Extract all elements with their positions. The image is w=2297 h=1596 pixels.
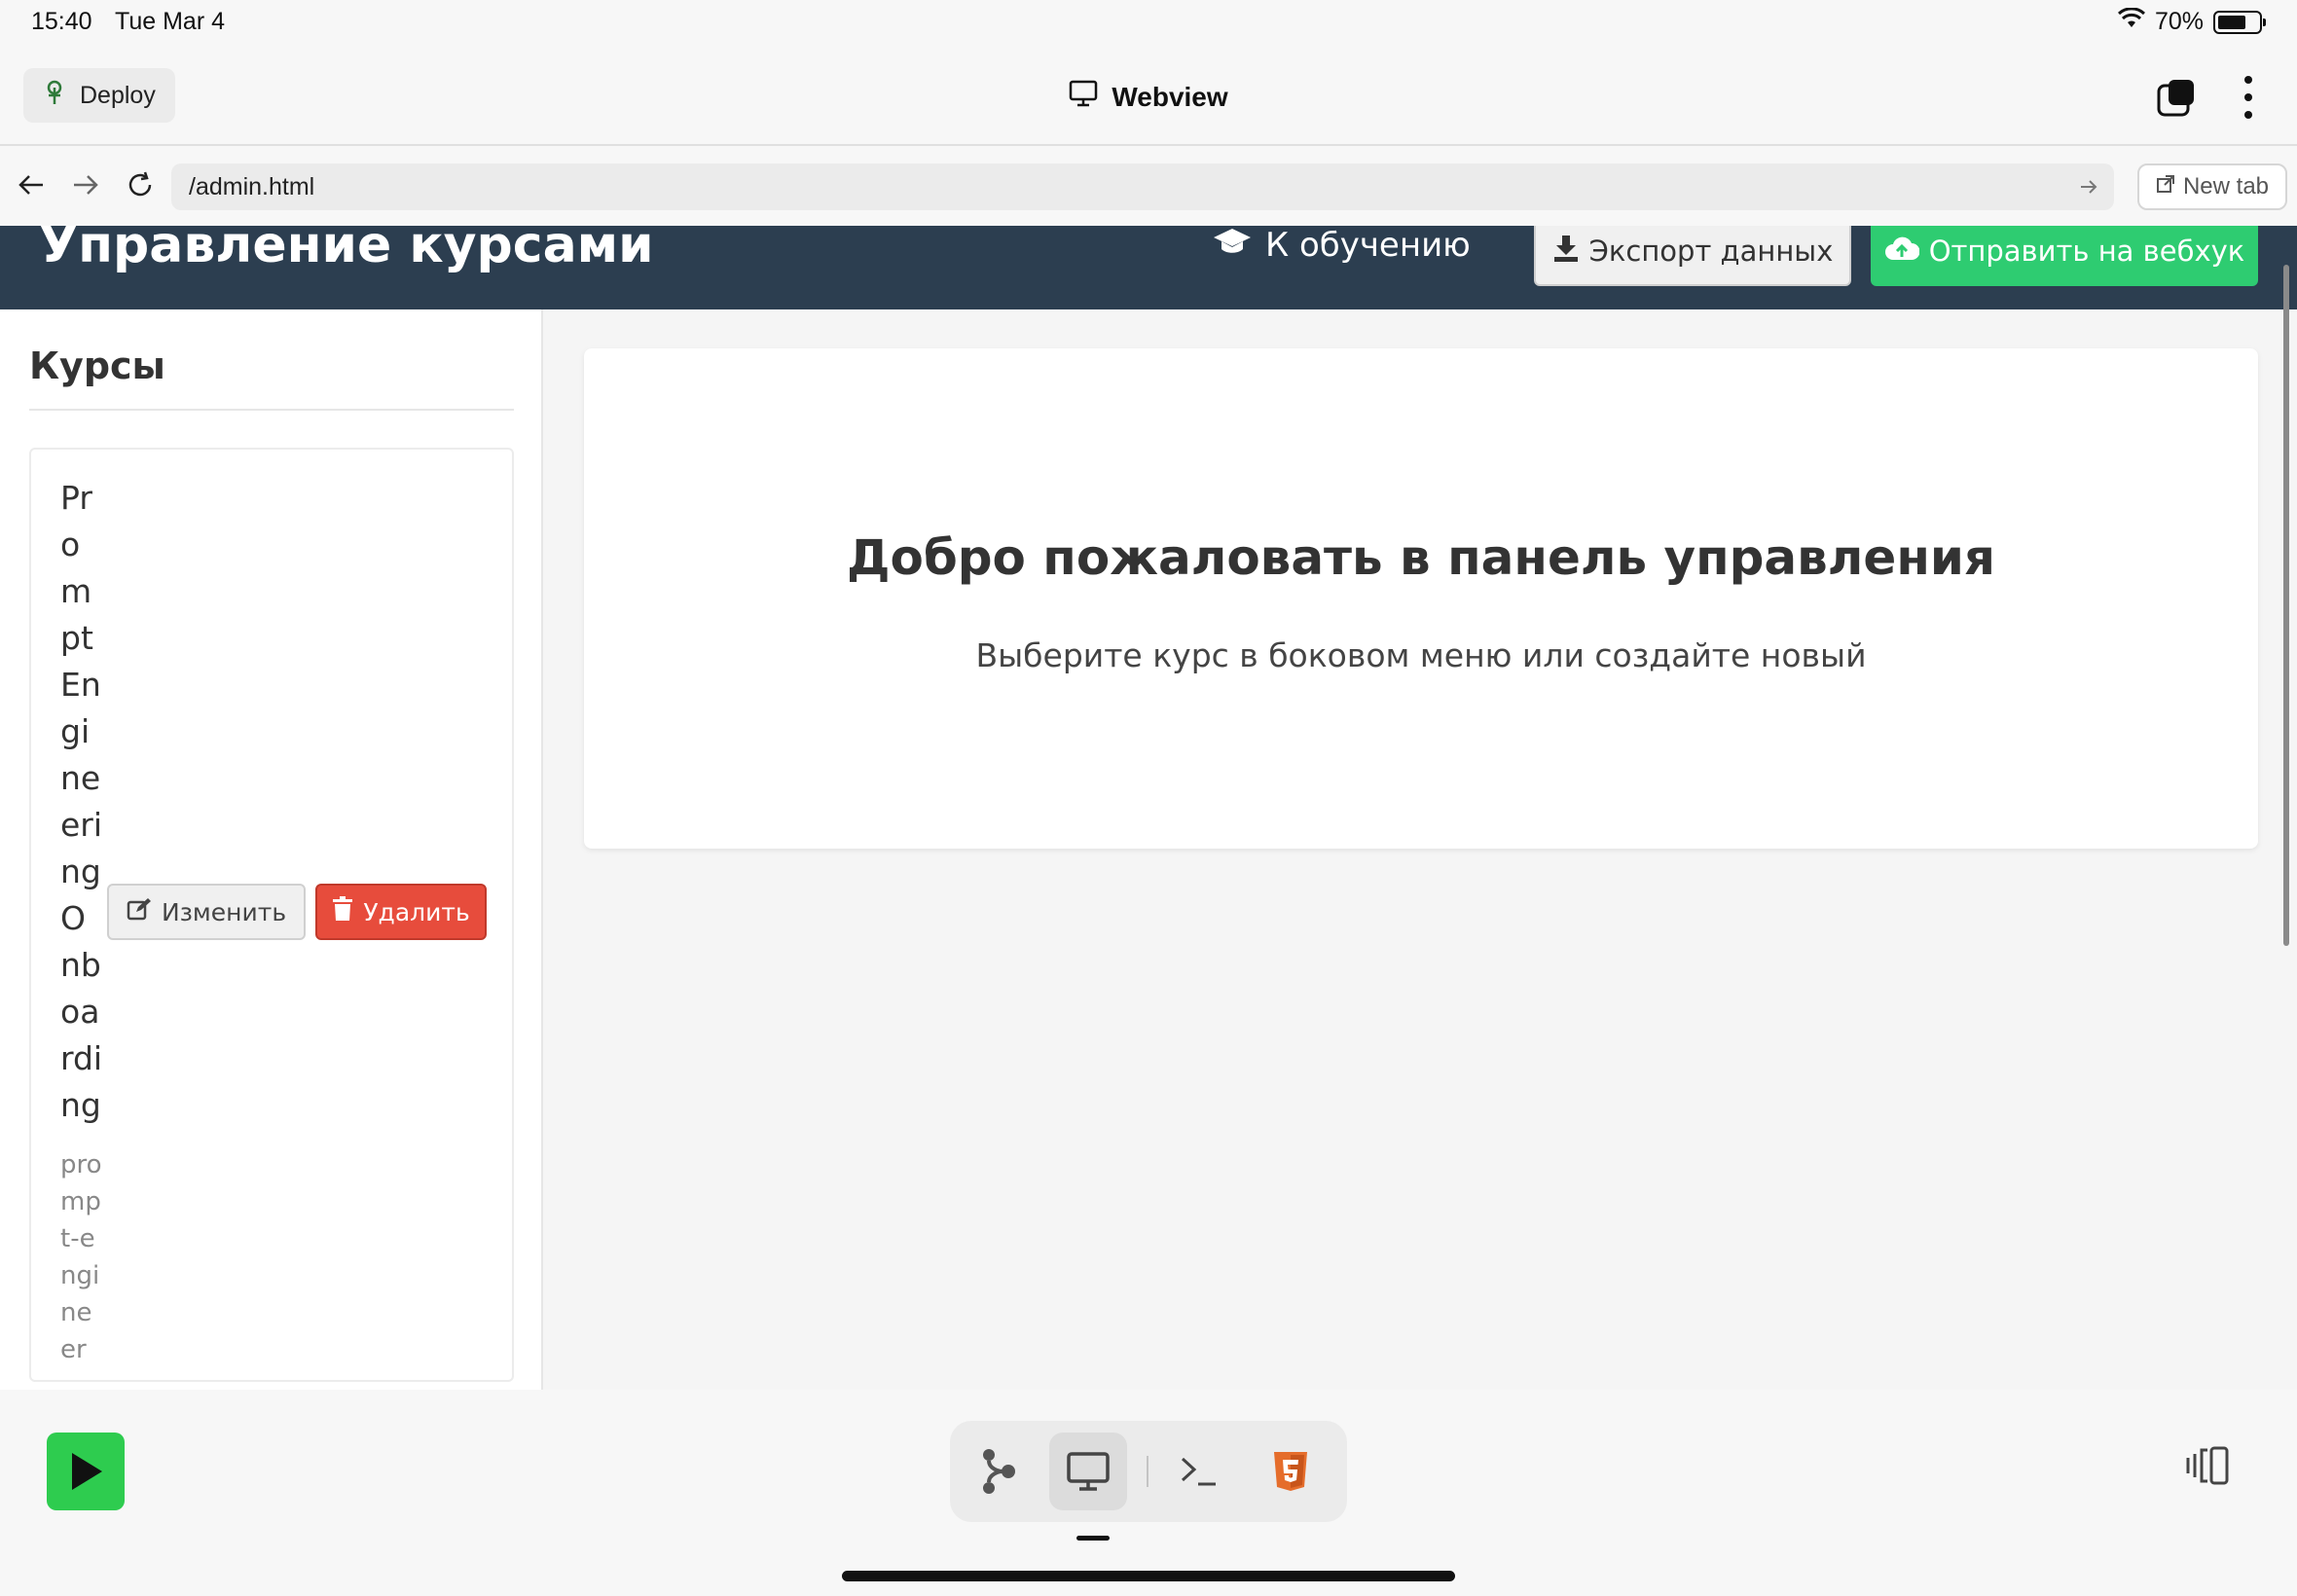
browser-nav-bar: /admin.html New tab — [0, 148, 2297, 224]
graduation-cap-icon — [1213, 226, 1252, 265]
divider — [29, 409, 514, 411]
export-data-button[interactable]: Экспорт данных — [1534, 226, 1851, 286]
wifi-icon — [2117, 7, 2145, 36]
reload-icon[interactable] — [123, 167, 158, 202]
delete-course-button[interactable]: Удалить — [315, 884, 487, 940]
monitor-icon — [1069, 80, 1098, 114]
sidebar-title: Курсы — [29, 345, 165, 387]
course-slug: prompt-engineer — [60, 1150, 102, 1364]
terminal-icon[interactable] — [1160, 1433, 1238, 1510]
page-title: Управление курсами — [39, 226, 654, 274]
send-webhook-label: Отправить на вебхук — [1928, 235, 2245, 268]
run-button[interactable] — [47, 1433, 125, 1510]
battery-percent: 70% — [2154, 8, 2204, 35]
app-bar: Deploy Webview — [0, 47, 2297, 146]
external-link-icon — [2156, 173, 2175, 200]
status-time: 15:40 — [31, 8, 92, 35]
home-indicator[interactable] — [842, 1571, 1455, 1581]
forward-arrow-icon[interactable] — [68, 167, 103, 202]
status-date: Tue Mar 4 — [115, 8, 226, 35]
app-title: Webview — [0, 80, 2297, 114]
url-text: /admin.html — [189, 172, 315, 200]
page-scrollbar[interactable] — [2283, 265, 2289, 946]
flow-icon[interactable] — [960, 1433, 1038, 1510]
new-tab-label: New tab — [2182, 173, 2270, 200]
export-data-label: Экспорт данных — [1588, 235, 1834, 268]
course-name: Prompt Engineering Onboarding — [60, 479, 103, 1124]
site-header: Управление курсами К обучению Экспорт да… — [0, 226, 2297, 309]
monitor-icon[interactable] — [1049, 1433, 1127, 1510]
welcome-panel: Добро пожаловать в панель управления Выб… — [584, 348, 2258, 849]
web-content: Управление курсами К обучению Экспорт да… — [0, 226, 2297, 1390]
status-bar: 15:40 Tue Mar 4 70% — [0, 0, 2297, 47]
trash-icon — [332, 896, 353, 927]
to-learning-link[interactable]: К обучению — [1213, 226, 1471, 265]
welcome-title: Добро пожаловать в панель управления — [846, 529, 1996, 586]
go-arrow-icon[interactable] — [2079, 175, 2098, 203]
app-title-text: Webview — [1112, 81, 1228, 112]
sheet-handle[interactable] — [1076, 1536, 1110, 1541]
edit-course-label: Изменить — [161, 897, 287, 926]
to-learning-label: К обучению — [1265, 226, 1471, 265]
battery-icon — [2213, 10, 2266, 34]
bottom-toolbar — [0, 1390, 2297, 1596]
sidebar: Курсы Prompt Engineering Onboarding Изме… — [0, 309, 543, 1390]
send-webhook-button[interactable]: Отправить на вебхук — [1871, 226, 2258, 286]
new-tab-button[interactable]: New tab — [2137, 163, 2287, 210]
view-switcher — [950, 1421, 1347, 1522]
download-icon — [1552, 234, 1580, 270]
url-input[interactable]: /admin.html — [171, 163, 2114, 210]
more-menu-icon[interactable] — [2242, 76, 2254, 119]
edit-course-button[interactable]: Изменить — [107, 884, 306, 940]
status-right: 70% — [2117, 7, 2266, 36]
divider — [1147, 1456, 1148, 1487]
back-arrow-icon[interactable] — [14, 167, 49, 202]
html5-icon[interactable] — [1252, 1433, 1330, 1510]
cloud-upload-icon — [1884, 235, 1920, 269]
course-card[interactable]: Prompt Engineering Onboarding Изменить У… — [29, 448, 514, 1382]
edit-icon — [127, 897, 152, 926]
side-panel-icon[interactable] — [2186, 1446, 2231, 1489]
tabs-icon[interactable] — [2157, 78, 2196, 117]
welcome-subtitle: Выберите курс в боковом меню или создайт… — [975, 636, 1867, 674]
delete-course-label: Удалить — [363, 897, 470, 926]
